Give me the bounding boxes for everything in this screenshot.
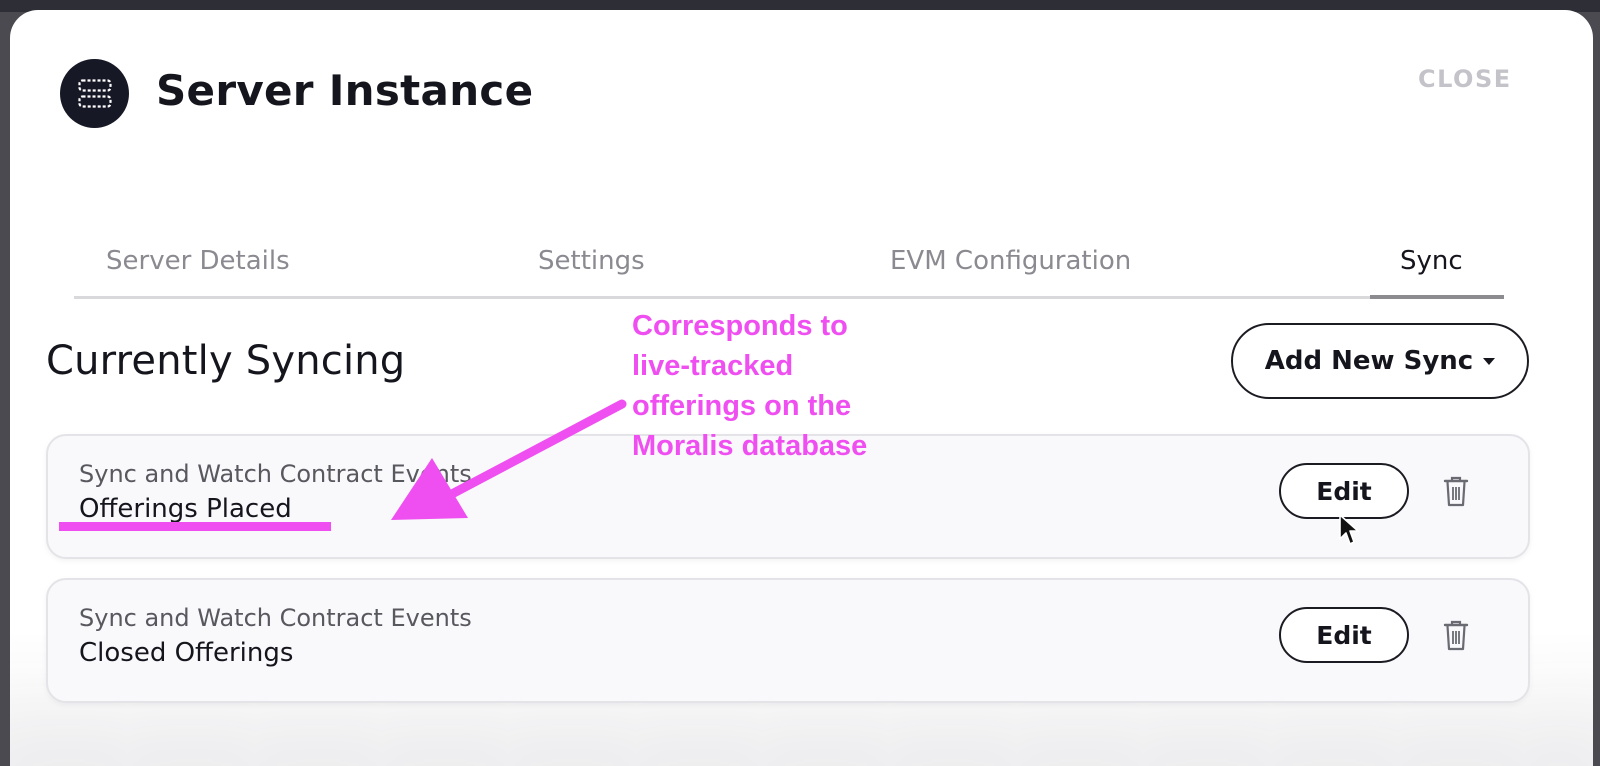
sync-type-label: Sync and Watch Contract Events (79, 604, 472, 632)
tab-active-indicator (1370, 295, 1504, 299)
tab-settings[interactable]: Settings (538, 246, 645, 276)
section-title: Currently Syncing (46, 338, 406, 384)
tab-evm-configuration[interactable]: EVM Configuration (890, 246, 1131, 276)
edit-button[interactable]: Edit (1279, 607, 1409, 663)
edit-button[interactable]: Edit (1279, 463, 1409, 519)
sync-name: Offerings Placed (79, 494, 292, 524)
sync-card: Sync and Watch Contract Events Closed Of… (46, 578, 1530, 703)
server-icon (60, 59, 129, 128)
tab-server-details[interactable]: Server Details (106, 246, 290, 276)
add-new-sync-button[interactable]: Add New Sync (1231, 323, 1529, 399)
close-button[interactable]: CLOSE (1418, 65, 1512, 93)
annotation-line: Moralis database (632, 430, 868, 462)
sync-name: Closed Offerings (79, 638, 294, 668)
trash-icon[interactable] (1442, 618, 1470, 652)
annotation-underline (59, 522, 331, 531)
chevron-down-icon (1483, 357, 1496, 365)
tab-rail (74, 296, 1504, 299)
add-new-sync-label: Add New Sync (1264, 346, 1474, 376)
tab-bar: Server Details Settings EVM Configuratio… (74, 234, 1504, 300)
modal-title: Server Instance (156, 66, 534, 115)
mouse-cursor-icon (1339, 514, 1359, 545)
annotation-callout: Corresponds to live-tracked offerings on… (632, 306, 962, 466)
annotation-line: live-tracked (632, 350, 794, 382)
annotation-line: offerings on the (632, 390, 852, 422)
tab-sync[interactable]: Sync (1400, 246, 1463, 276)
annotation-line: Corresponds to (632, 310, 848, 342)
trash-icon[interactable] (1442, 474, 1470, 508)
sync-type-label: Sync and Watch Contract Events (79, 460, 472, 488)
